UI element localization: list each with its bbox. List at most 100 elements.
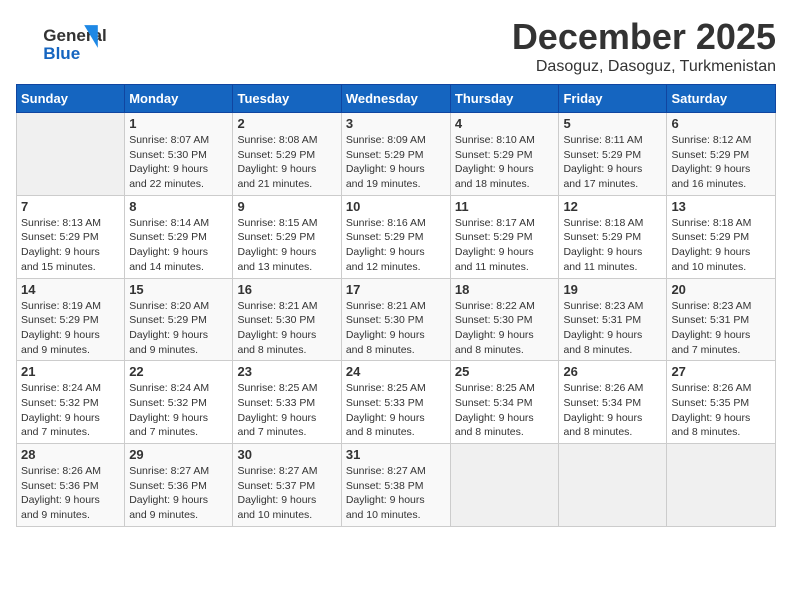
title-area: December 2025 Dasoguz, Dasoguz, Turkmeni… [512, 16, 776, 76]
calendar-cell: 8 Sunrise: 8:14 AMSunset: 5:29 PMDaylight… [125, 195, 233, 278]
day-info: Sunrise: 8:21 AMSunset: 5:30 PMDaylight:… [237, 299, 336, 358]
calendar-cell: 26 Sunrise: 8:26 AMSunset: 5:34 PMDayligh… [559, 361, 667, 444]
calendar-cell [559, 444, 667, 527]
calendar-cell: 5Sunrise: 8:11 AMSunset: 5:29 PMDaylight… [559, 113, 667, 196]
day-number: 19 [563, 282, 662, 297]
calendar-cell: 14Sunrise: 8:19 AMSunset: 5:29 PMDayligh… [17, 278, 125, 361]
weekday-header-friday: Friday [559, 85, 667, 113]
calendar-cell: 30 Sunrise: 8:27 AMSunset: 5:37 PMDayligh… [233, 444, 341, 527]
day-info: Sunrise: 8:23 AMSunset: 5:31 PMDaylight:… [671, 299, 771, 358]
calendar-cell [667, 444, 776, 527]
day-info: Sunrise: 8:23 AMSunset: 5:31 PMDaylight:… [563, 299, 662, 358]
day-info: Sunrise: 8:27 AMSunset: 5:37 PMDaylight:… [237, 464, 336, 523]
day-info: Sunrise: 8:24 AMSunset: 5:32 PMDaylight:… [21, 381, 120, 440]
day-info: Sunrise: 8:26 AMSunset: 5:34 PMDaylight:… [563, 381, 662, 440]
day-number: 16 [237, 282, 336, 297]
day-number: 2 [237, 116, 336, 131]
calendar-week-2: 7Sunrise: 8:13 AMSunset: 5:29 PMDaylight… [17, 195, 776, 278]
day-number: 6 [671, 116, 771, 131]
day-number: 26 [563, 364, 662, 379]
calendar-cell: 10 Sunrise: 8:16 AMSunset: 5:29 PMDayligh… [341, 195, 450, 278]
day-info: Sunrise: 8:17 AMSunset: 5:29 PMDaylight:… [455, 216, 555, 275]
calendar-cell: 27Sunrise: 8:26 AMSunset: 5:35 PMDayligh… [667, 361, 776, 444]
day-number: 8 [129, 199, 228, 214]
location-title: Dasoguz, Dasoguz, Turkmenistan [512, 58, 776, 76]
day-info: Sunrise: 8:26 AMSunset: 5:36 PMDaylight:… [21, 464, 120, 523]
day-number: 7 [21, 199, 120, 214]
svg-text:Blue: Blue [43, 44, 80, 63]
weekday-header-tuesday: Tuesday [233, 85, 341, 113]
day-number: 29 [129, 447, 228, 462]
day-info: Sunrise: 8:18 AMSunset: 5:29 PMDaylight:… [563, 216, 662, 275]
day-number: 3 [346, 116, 446, 131]
day-info: Sunrise: 8:19 AMSunset: 5:29 PMDaylight:… [21, 299, 120, 358]
calendar-cell: 16 Sunrise: 8:21 AMSunset: 5:30 PMDayligh… [233, 278, 341, 361]
calendar-cell: 18Sunrise: 8:22 AMSunset: 5:30 PMDayligh… [450, 278, 559, 361]
day-info: Sunrise: 8:07 AMSunset: 5:30 PMDaylight:… [129, 133, 228, 192]
day-info: Sunrise: 8:21 AMSunset: 5:30 PMDaylight:… [346, 299, 446, 358]
calendar-week-3: 14Sunrise: 8:19 AMSunset: 5:29 PMDayligh… [17, 278, 776, 361]
calendar-cell: 2 Sunrise: 8:08 AMSunset: 5:29 PMDaylight… [233, 113, 341, 196]
calendar-cell: 22 Sunrise: 8:24 AMSunset: 5:32 PMDayligh… [125, 361, 233, 444]
weekday-header-row: SundayMondayTuesdayWednesdayThursdayFrid… [17, 85, 776, 113]
calendar-cell: 6 Sunrise: 8:12 AMSunset: 5:29 PMDaylight… [667, 113, 776, 196]
calendar-cell: 23Sunrise: 8:25 AMSunset: 5:33 PMDayligh… [233, 361, 341, 444]
calendar-cell: 3Sunrise: 8:09 AMSunset: 5:29 PMDaylight… [341, 113, 450, 196]
calendar-cell: 1 Sunrise: 8:07 AMSunset: 5:30 PMDaylight… [125, 113, 233, 196]
calendar-cell: 15Sunrise: 8:20 AMSunset: 5:29 PMDayligh… [125, 278, 233, 361]
day-number: 20 [671, 282, 771, 297]
weekday-header-wednesday: Wednesday [341, 85, 450, 113]
day-number: 17 [346, 282, 446, 297]
day-info: Sunrise: 8:15 AMSunset: 5:29 PMDaylight:… [237, 216, 336, 275]
day-number: 22 [129, 364, 228, 379]
calendar-cell [450, 444, 559, 527]
day-number: 25 [455, 364, 555, 379]
calendar-cell: 13Sunrise: 8:18 AMSunset: 5:29 PMDayligh… [667, 195, 776, 278]
day-info: Sunrise: 8:25 AMSunset: 5:33 PMDaylight:… [237, 381, 336, 440]
day-info: Sunrise: 8:24 AMSunset: 5:32 PMDaylight:… [129, 381, 228, 440]
day-info: Sunrise: 8:27 AMSunset: 5:36 PMDaylight:… [129, 464, 228, 523]
weekday-header-thursday: Thursday [450, 85, 559, 113]
logo-icon: General Blue [16, 16, 116, 66]
calendar-cell: 12Sunrise: 8:18 AMSunset: 5:29 PMDayligh… [559, 195, 667, 278]
day-info: Sunrise: 8:14 AMSunset: 5:29 PMDaylight:… [129, 216, 228, 275]
logo: General Blue [16, 16, 106, 60]
calendar-cell: 31 Sunrise: 8:27 AMSunset: 5:38 PMDayligh… [341, 444, 450, 527]
calendar-cell [17, 113, 125, 196]
calendar: SundayMondayTuesdayWednesdayThursdayFrid… [16, 84, 776, 527]
day-info: Sunrise: 8:08 AMSunset: 5:29 PMDaylight:… [237, 133, 336, 192]
calendar-cell: 7Sunrise: 8:13 AMSunset: 5:29 PMDaylight… [17, 195, 125, 278]
calendar-cell: 19 Sunrise: 8:23 AMSunset: 5:31 PMDayligh… [559, 278, 667, 361]
day-info: Sunrise: 8:25 AMSunset: 5:34 PMDaylight:… [455, 381, 555, 440]
day-number: 9 [237, 199, 336, 214]
day-info: Sunrise: 8:16 AMSunset: 5:29 PMDaylight:… [346, 216, 446, 275]
day-number: 31 [346, 447, 446, 462]
day-info: Sunrise: 8:27 AMSunset: 5:38 PMDaylight:… [346, 464, 446, 523]
day-number: 27 [671, 364, 771, 379]
day-number: 10 [346, 199, 446, 214]
month-title: December 2025 [512, 16, 776, 58]
calendar-cell: 11 Sunrise: 8:17 AMSunset: 5:29 PMDayligh… [450, 195, 559, 278]
day-info: Sunrise: 8:11 AMSunset: 5:29 PMDaylight:… [563, 133, 662, 192]
day-number: 21 [21, 364, 120, 379]
day-number: 28 [21, 447, 120, 462]
day-number: 18 [455, 282, 555, 297]
day-number: 4 [455, 116, 555, 131]
calendar-cell: 4 Sunrise: 8:10 AMSunset: 5:29 PMDaylight… [450, 113, 559, 196]
day-number: 24 [346, 364, 446, 379]
calendar-cell: 29 Sunrise: 8:27 AMSunset: 5:36 PMDayligh… [125, 444, 233, 527]
day-info: Sunrise: 8:12 AMSunset: 5:29 PMDaylight:… [671, 133, 771, 192]
calendar-cell: 24Sunrise: 8:25 AMSunset: 5:33 PMDayligh… [341, 361, 450, 444]
day-number: 13 [671, 199, 771, 214]
calendar-cell: 17 Sunrise: 8:21 AMSunset: 5:30 PMDayligh… [341, 278, 450, 361]
calendar-cell: 9 Sunrise: 8:15 AMSunset: 5:29 PMDaylight… [233, 195, 341, 278]
day-number: 30 [237, 447, 336, 462]
calendar-week-5: 28 Sunrise: 8:26 AMSunset: 5:36 PMDayligh… [17, 444, 776, 527]
calendar-cell: 25 Sunrise: 8:25 AMSunset: 5:34 PMDayligh… [450, 361, 559, 444]
day-info: Sunrise: 8:20 AMSunset: 5:29 PMDaylight:… [129, 299, 228, 358]
calendar-cell: 21 Sunrise: 8:24 AMSunset: 5:32 PMDayligh… [17, 361, 125, 444]
day-number: 1 [129, 116, 228, 131]
calendar-cell: 28 Sunrise: 8:26 AMSunset: 5:36 PMDayligh… [17, 444, 125, 527]
day-info: Sunrise: 8:10 AMSunset: 5:29 PMDaylight:… [455, 133, 555, 192]
day-number: 11 [455, 199, 555, 214]
